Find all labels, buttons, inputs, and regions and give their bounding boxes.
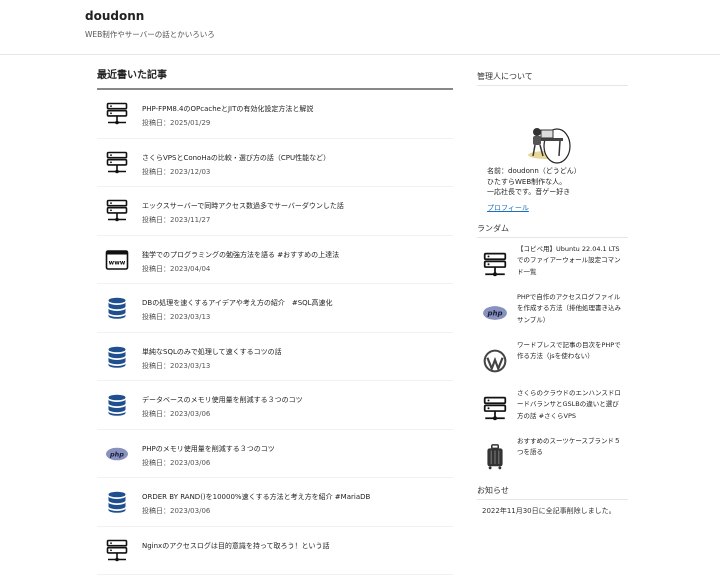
- post-title[interactable]: データベースのメモリ使用量を削減する３つのコツ: [142, 395, 303, 405]
- post-title[interactable]: エックスサーバーで同時アクセス数過多でサーバーダウンした話: [142, 201, 344, 211]
- post-item[interactable]: 単純なSQLのみで処理して速くするコツの話投稿日：2023/03/13: [97, 333, 453, 382]
- www-icon[interactable]: [105, 248, 129, 272]
- random-post-title[interactable]: 【コピペ用】Ubuntu 22.04.1 LTSでのファイアーウォール設定コマン…: [517, 244, 625, 279]
- post-date: 投稿日：2025/01/29: [142, 118, 210, 128]
- profile-text: 名前：doudonn（どうどん） ひたすらWEB制作な人。 一応社長です。音ゲー…: [477, 166, 628, 198]
- post-list: PHP-FPM8.4のOPcacheとJITの有効化設定方法と解説投稿日：202…: [97, 90, 453, 575]
- profile-name: 名前：doudonn（どうどん）: [487, 166, 628, 177]
- post-title[interactable]: 独学でのプログラミングの勉強方法を語る #おすすめの上達法: [142, 250, 339, 260]
- post-title[interactable]: さくらVPSとConoHaの比較・選び方の話（CPU性能など）: [142, 153, 330, 163]
- post-item[interactable]: Nginxのアクセスログは目的意識を持って取ろう！という話: [97, 527, 453, 575]
- post-date: 投稿日：2023/03/06: [142, 458, 210, 468]
- profile-illustration: [477, 86, 628, 166]
- site-header: doudonn WEB制作やサーバーの話とかいろいろ: [0, 0, 720, 55]
- server-icon[interactable]: [105, 539, 129, 563]
- post-item[interactable]: エックスサーバーで同時アクセス数過多でサーバーダウンした話投稿日：2023/11…: [97, 187, 453, 236]
- recent-posts-section: 最近書いた記事 PHP-FPM8.4のOPcacheとJITの有効化設定方法と解…: [97, 66, 453, 575]
- profile-note: 一応社長です。音ゲー好き: [487, 187, 628, 198]
- notice-text: 2022年11月30日に全記事削除しました。: [477, 506, 628, 516]
- post-item[interactable]: PHP-FPM8.4のOPcacheとJITの有効化設定方法と解説投稿日：202…: [97, 90, 453, 139]
- about-heading: 管理人について: [477, 68, 628, 86]
- random-heading: ランダム: [477, 220, 628, 238]
- random-post-title[interactable]: おすすめのスーツケースブランド５つを語る: [517, 436, 625, 459]
- server-icon[interactable]: [482, 252, 508, 278]
- post-title[interactable]: ORDER BY RAND()を10000%速くする方法と考え方を紹介 #Mar…: [142, 492, 370, 502]
- server-icon[interactable]: [105, 102, 129, 126]
- post-date: 投稿日：2023/03/06: [142, 409, 210, 419]
- post-date: 投稿日：2023/12/03: [142, 167, 210, 177]
- post-date: 投稿日：2023/03/13: [142, 312, 210, 322]
- post-item[interactable]: ORDER BY RAND()を10000%速くする方法と考え方を紹介 #Mar…: [97, 478, 453, 527]
- post-date: 投稿日：2023/04/04: [142, 264, 210, 274]
- post-date: 投稿日：2023/03/06: [142, 506, 210, 516]
- database-icon[interactable]: [105, 393, 129, 417]
- server-icon[interactable]: [105, 151, 129, 175]
- post-item[interactable]: さくらVPSとConoHaの比較・選び方の話（CPU性能など） 投稿日：2023/…: [97, 139, 453, 188]
- post-date: 投稿日：2023/11/27: [142, 215, 210, 225]
- post-title[interactable]: DBの処理を速くするアイデアや考え方の紹介 #SQL高速化: [142, 298, 333, 308]
- profile-link[interactable]: プロフィール: [477, 203, 628, 213]
- php-icon[interactable]: [105, 442, 129, 466]
- random-post-title[interactable]: PHPで自作のアクセスログファイルを作成する方法（排他処理書き込みサンプル）: [517, 292, 625, 327]
- database-icon[interactable]: [105, 296, 129, 320]
- post-title[interactable]: PHP-FPM8.4のOPcacheとJITの有効化設定方法と解説: [142, 104, 313, 114]
- notice-heading: お知らせ: [477, 482, 628, 500]
- profile-desc: ひたすらWEB制作な人。: [487, 177, 628, 188]
- post-item[interactable]: データベースのメモリ使用量を削減する３つのコツ投稿日：2023/03/06: [97, 381, 453, 430]
- post-item[interactable]: DBの処理を速くするアイデアや考え方の紹介 #SQL高速化投稿日：2023/03…: [97, 284, 453, 333]
- post-title[interactable]: PHPのメモリ使用量を削減する３つのコツ: [142, 444, 275, 454]
- site-tagline: WEB制作やサーバーの話とかいろいろ: [85, 29, 215, 40]
- avatar: [528, 128, 570, 163]
- server-icon[interactable]: [105, 199, 129, 223]
- server-icon[interactable]: [482, 396, 508, 422]
- post-title[interactable]: Nginxのアクセスログは目的意識を持って取ろう！という話: [142, 541, 330, 551]
- random-post-item[interactable]: ワードプレスで記事の目次をPHPで作る方法（jsを使わない）: [477, 336, 628, 384]
- random-post-item[interactable]: さくらのクラウドのエンハンスドロードバランサとGSLBの違いと選び方の話 #さく…: [477, 384, 628, 432]
- suitcase-icon[interactable]: [482, 444, 508, 470]
- recent-posts-title: 最近書いた記事: [97, 66, 453, 90]
- random-post-title[interactable]: さくらのクラウドのエンハンスドロードバランサとGSLBの違いと選び方の話 #さく…: [517, 388, 625, 423]
- random-post-title[interactable]: ワードプレスで記事の目次をPHPで作る方法（jsを使わない）: [517, 340, 625, 363]
- post-date: 投稿日：2023/03/13: [142, 361, 210, 371]
- random-post-item[interactable]: 【コピペ用】Ubuntu 22.04.1 LTSでのファイアーウォール設定コマン…: [477, 240, 628, 288]
- post-item[interactable]: PHPのメモリ使用量を削減する３つのコツ投稿日：2023/03/06: [97, 430, 453, 479]
- database-icon[interactable]: [105, 490, 129, 514]
- random-post-item[interactable]: PHPで自作のアクセスログファイルを作成する方法（排他処理書き込みサンプル）: [477, 288, 628, 336]
- post-title[interactable]: 単純なSQLのみで処理して速くするコツの話: [142, 347, 282, 357]
- wordpress-icon[interactable]: [482, 348, 508, 374]
- random-post-item[interactable]: おすすめのスーツケースブランド５つを語る: [477, 432, 628, 480]
- post-item[interactable]: 独学でのプログラミングの勉強方法を語る #おすすめの上達法投稿日：2023/04…: [97, 236, 453, 285]
- database-icon[interactable]: [105, 345, 129, 369]
- random-list: 【コピペ用】Ubuntu 22.04.1 LTSでのファイアーウォール設定コマン…: [477, 240, 628, 480]
- sidebar: 管理人について 名前：doudonn（どうどん） ひたすらWEB制作な人。 一応…: [477, 68, 628, 516]
- php-icon[interactable]: [482, 300, 508, 326]
- site-title[interactable]: doudonn: [85, 9, 144, 23]
